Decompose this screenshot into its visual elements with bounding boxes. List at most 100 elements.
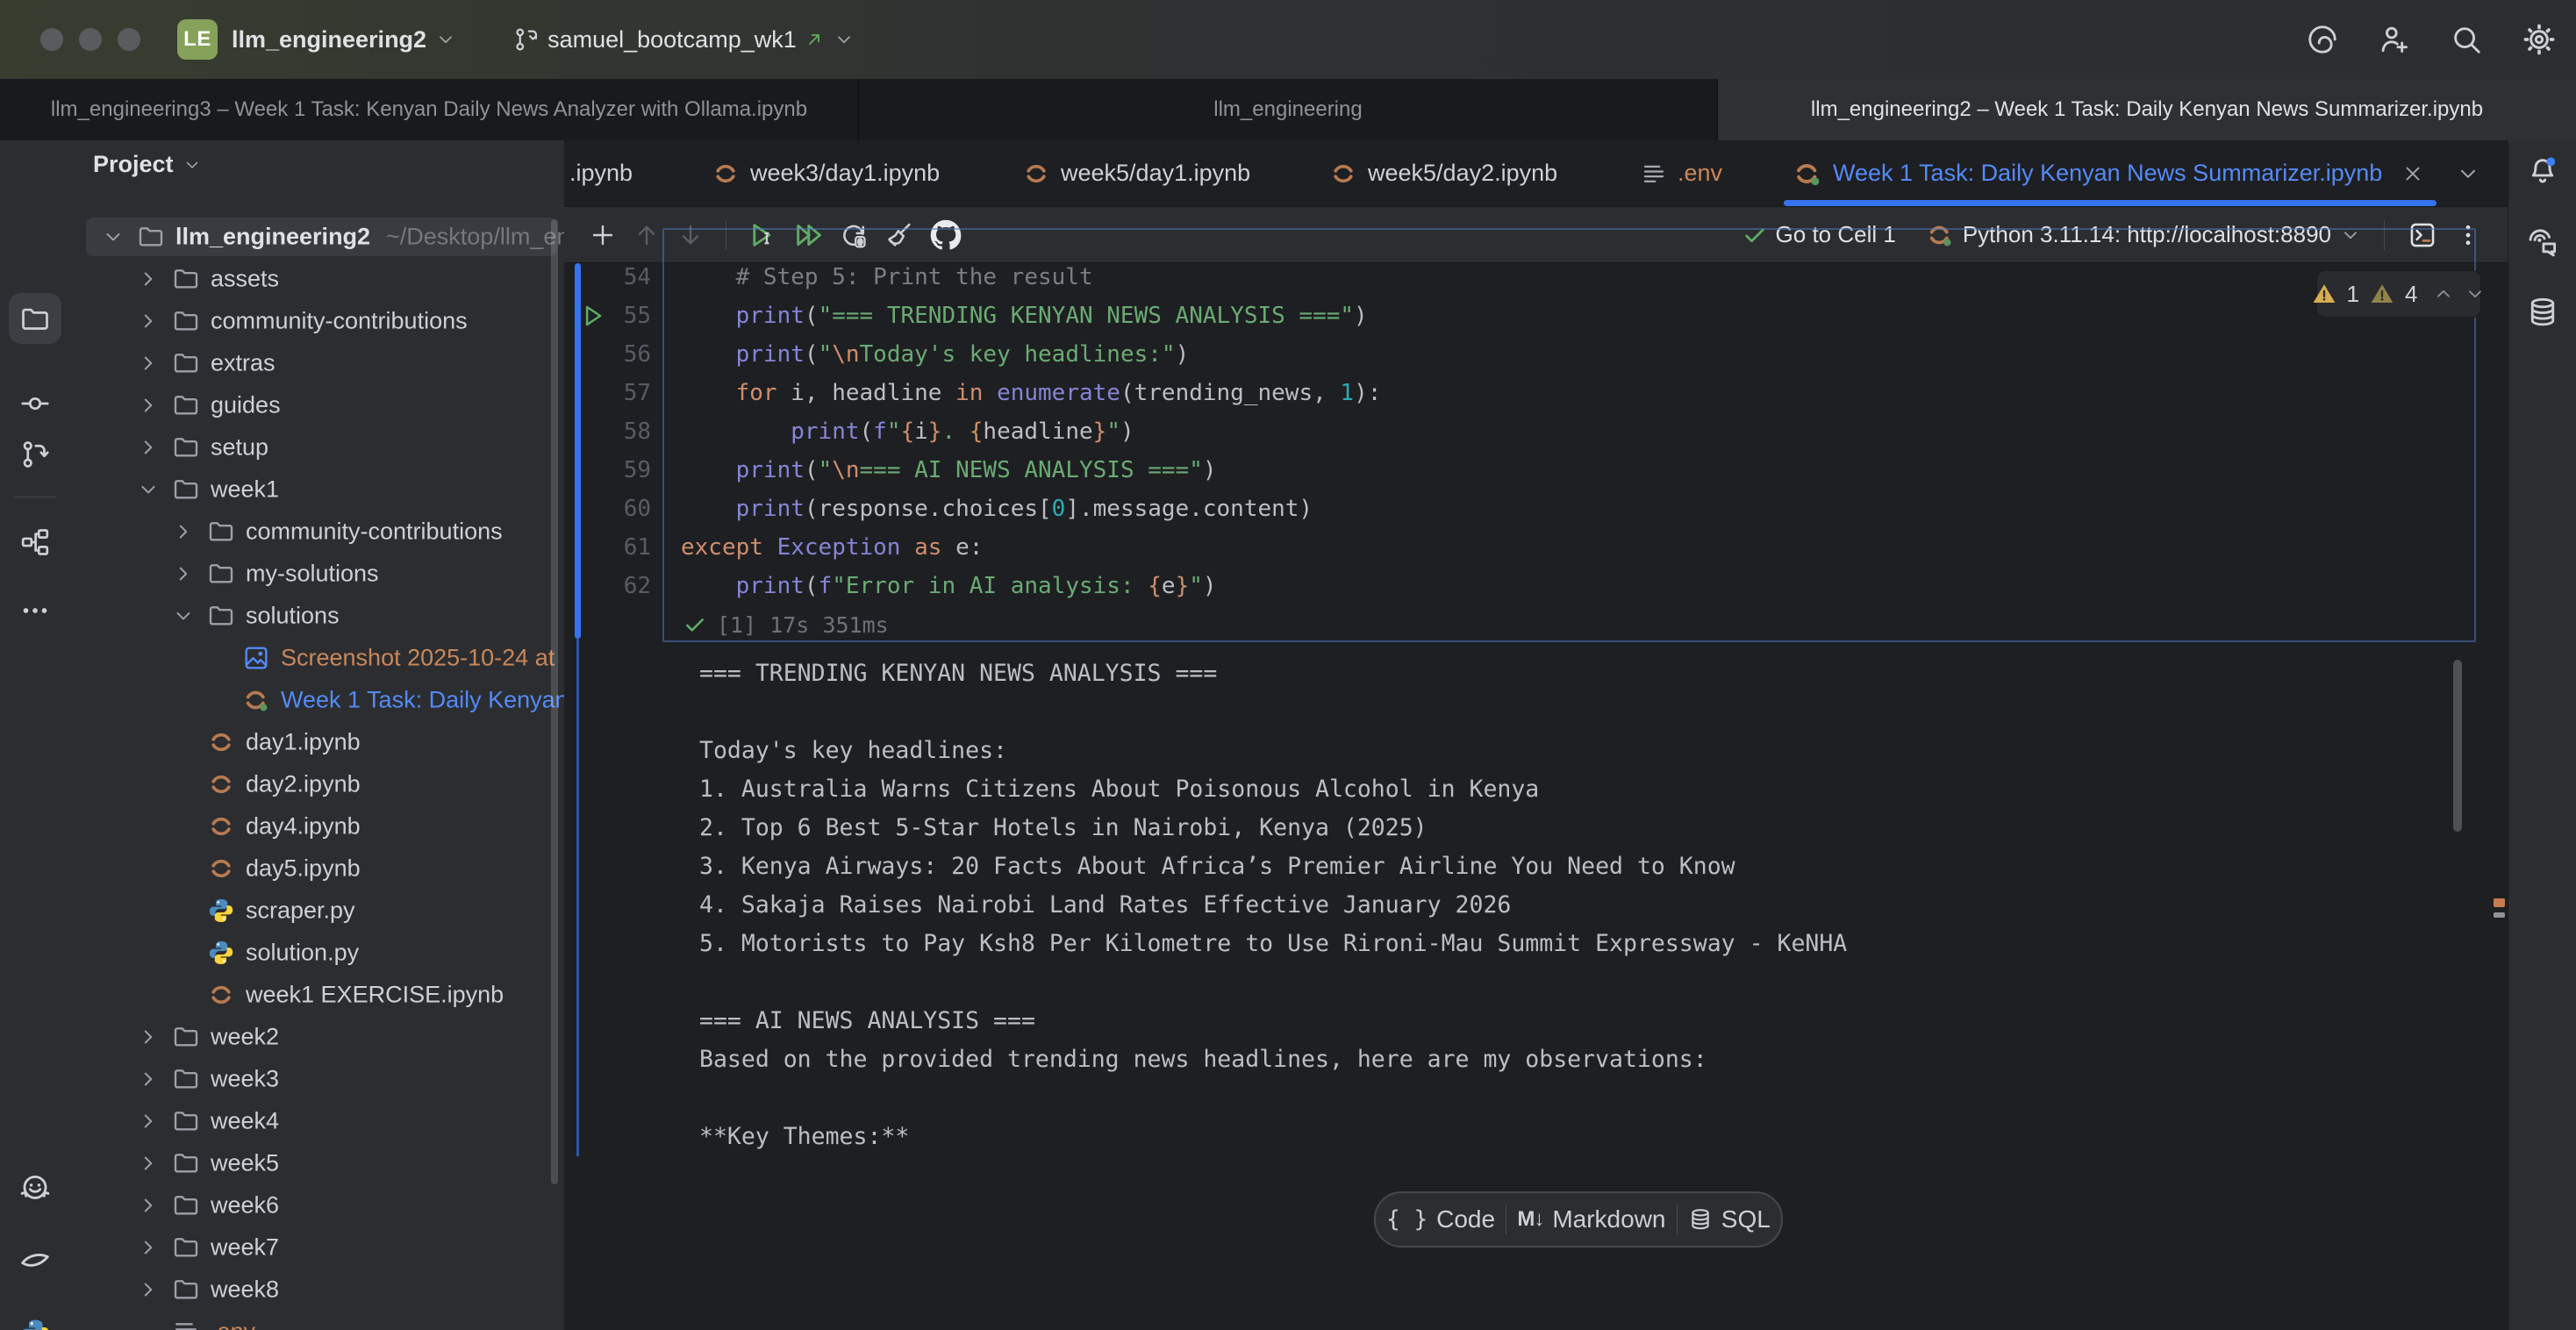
python-console-icon[interactable] [18, 1317, 52, 1330]
add-cell-type-bar: { } Code M↓ Markdown SQL [1374, 1191, 1783, 1248]
chevron-right-icon[interactable] [137, 310, 160, 332]
window-tab[interactable]: llm_engineering3 – Week 1 Task: Kenyan D… [0, 79, 859, 140]
tree-scrollbar[interactable] [551, 219, 558, 1184]
git-branch-widget[interactable]: samuel_bootcamp_wk1 [512, 26, 855, 54]
move-cell-up-icon[interactable] [633, 221, 661, 249]
chevron-right-icon[interactable] [137, 1026, 160, 1048]
tree-item-llm-engineering2[interactable]: llm_engineering2~/Desktop/llm_en [70, 216, 564, 258]
chevron-right-icon[interactable] [137, 1278, 160, 1301]
lens-tool-icon[interactable] [18, 1244, 52, 1277]
window-close-button[interactable] [40, 28, 63, 51]
next-problem-icon[interactable] [2465, 283, 2486, 304]
tree-item-solution-py[interactable]: solution.py [70, 932, 564, 974]
tree-item-week7[interactable]: week7 [70, 1226, 564, 1269]
editor-tab[interactable]: .ipynb [569, 140, 633, 206]
settings-gear-icon[interactable] [2522, 22, 2557, 57]
hidden-tabs-chevron-icon[interactable] [2456, 161, 2480, 186]
notifications-bell-icon[interactable] [2526, 155, 2559, 189]
editor-tab-active[interactable]: Week 1 Task: Daily Kenyan News Summarize… [1792, 140, 2424, 206]
output-scrollbar[interactable] [2453, 660, 2462, 832]
chevron-right-icon[interactable] [137, 352, 160, 375]
hugging-face-tool-icon[interactable] [18, 1172, 52, 1205]
tree-item-screenshot-2025-10-24-at[interactable]: Screenshot 2025-10-24 at [70, 637, 564, 679]
add-cell-icon[interactable] [589, 221, 617, 249]
project-panel-header[interactable]: Project [93, 151, 202, 178]
code-line[interactable]: except Exception as e: [681, 528, 983, 567]
window-tab[interactable]: llm_engineering [859, 79, 1718, 140]
more-tools-icon[interactable] [19, 595, 51, 626]
add-code-cell-button[interactable]: { } Code [1386, 1205, 1495, 1233]
project-widget[interactable]: LE llm_engineering2 [177, 19, 456, 60]
window-zoom-button[interactable] [118, 28, 140, 51]
tree-item-week4[interactable]: week4 [70, 1100, 564, 1142]
tree-item-solutions[interactable]: solutions [70, 595, 564, 637]
commit-tool-icon[interactable] [19, 388, 51, 419]
tree-item-env[interactable]: .env [70, 1311, 564, 1330]
chevron-down-icon[interactable] [137, 478, 160, 501]
tree-item-week6[interactable]: week6 [70, 1184, 564, 1226]
tree-item-extras[interactable]: extras [70, 342, 564, 384]
tree-item-community-contributions[interactable]: community-contributions [70, 511, 564, 553]
code-line[interactable]: print("\nToday's key headlines:") [681, 335, 1189, 374]
code-line[interactable]: for i, headline in enumerate(trending_ne… [681, 374, 1381, 412]
window-tab-active[interactable]: llm_engineering2 – Week 1 Task: Daily Ke… [1718, 79, 2576, 140]
close-icon[interactable] [2401, 162, 2424, 185]
tree-item-scraper-py[interactable]: scraper.py [70, 890, 564, 932]
tree-item-day5-ipynb[interactable]: day5.ipynb [70, 847, 564, 890]
structure-tool-icon[interactable] [19, 526, 51, 558]
chevron-right-icon[interactable] [137, 1236, 160, 1259]
code-line[interactable]: print("\n=== AI NEWS ANALYSIS ===") [681, 451, 1217, 490]
pull-requests-tool-icon[interactable] [19, 439, 51, 470]
chevron-right-icon[interactable] [137, 436, 160, 459]
tree-item-assets[interactable]: assets [70, 258, 564, 300]
tree-item-day2-ipynb[interactable]: day2.ipynb [70, 763, 564, 805]
inspections-widget[interactable]: 1 4 [2316, 270, 2481, 318]
tree-item-week5[interactable]: week5 [70, 1142, 564, 1184]
chevron-right-icon[interactable] [137, 1068, 160, 1090]
chevron-right-icon[interactable] [137, 268, 160, 290]
tree-item-day4-ipynb[interactable]: day4.ipynb [70, 805, 564, 847]
ai-chat-tool-icon[interactable] [2526, 225, 2559, 259]
code-line[interactable]: print(response.choices[0].message.conten… [681, 490, 1313, 528]
code-line[interactable]: print("=== TRENDING KENYAN NEWS ANALYSIS… [681, 297, 1368, 335]
editor-tab[interactable]: week5/day1.ipynb [1022, 140, 1250, 206]
tree-item-guides[interactable]: guides [70, 384, 564, 426]
add-markdown-cell-button[interactable]: M↓ Markdown [1517, 1205, 1665, 1233]
chevron-right-icon[interactable] [172, 562, 195, 585]
editor-tab[interactable]: .env [1641, 140, 1722, 206]
editor-tab[interactable]: week3/day1.ipynb [712, 140, 940, 206]
database-tool-icon[interactable] [2526, 296, 2559, 329]
error-stripe-mark[interactable] [2494, 912, 2505, 918]
chevron-right-icon[interactable] [172, 520, 195, 543]
chevron-right-icon[interactable] [137, 1152, 160, 1175]
window-controls[interactable] [0, 28, 156, 51]
tree-item-week8[interactable]: week8 [70, 1269, 564, 1311]
run-line-icon[interactable] [580, 303, 606, 329]
tree-item-week3[interactable]: week3 [70, 1058, 564, 1100]
ai-assistant-icon[interactable] [2306, 23, 2339, 56]
tree-item-my-solutions[interactable]: my-solutions [70, 553, 564, 595]
editor-tab[interactable]: week5/day2.ipynb [1329, 140, 1557, 206]
tree-item-setup[interactable]: setup [70, 426, 564, 468]
add-sql-cell-button[interactable]: SQL [1688, 1205, 1771, 1233]
prev-problem-icon[interactable] [2433, 283, 2454, 304]
tree-item-week2[interactable]: week2 [70, 1016, 564, 1058]
search-everywhere-icon[interactable] [2450, 23, 2483, 56]
chevron-down-icon[interactable] [172, 604, 195, 627]
tree-item-community-contributions[interactable]: community-contributions [70, 300, 564, 342]
tree-item-week1-exercise-ipynb[interactable]: week1 EXERCISE.ipynb [70, 974, 564, 1016]
code-line[interactable]: # Step 5: Print the result [681, 258, 1093, 297]
chevron-down-icon[interactable] [102, 225, 125, 248]
code-with-me-icon[interactable] [2378, 23, 2411, 56]
window-minimize-button[interactable] [79, 28, 102, 51]
tree-item-day1-ipynb[interactable]: day1.ipynb [70, 721, 564, 763]
code-line[interactable]: print(f"{i}. {headline}") [681, 412, 1134, 451]
project-tool-icon[interactable] [19, 304, 51, 335]
tree-item-week-1-task-daily-kenyan[interactable]: Week 1 Task: Daily Kenyan [70, 679, 564, 721]
chevron-right-icon[interactable] [137, 1110, 160, 1133]
code-line[interactable]: print(f"Error in AI analysis: {e}") [681, 567, 1217, 605]
chevron-right-icon[interactable] [137, 1194, 160, 1217]
error-stripe-warning-mark[interactable] [2494, 898, 2505, 907]
chevron-right-icon[interactable] [137, 394, 160, 417]
tree-item-week1[interactable]: week1 [70, 468, 564, 511]
